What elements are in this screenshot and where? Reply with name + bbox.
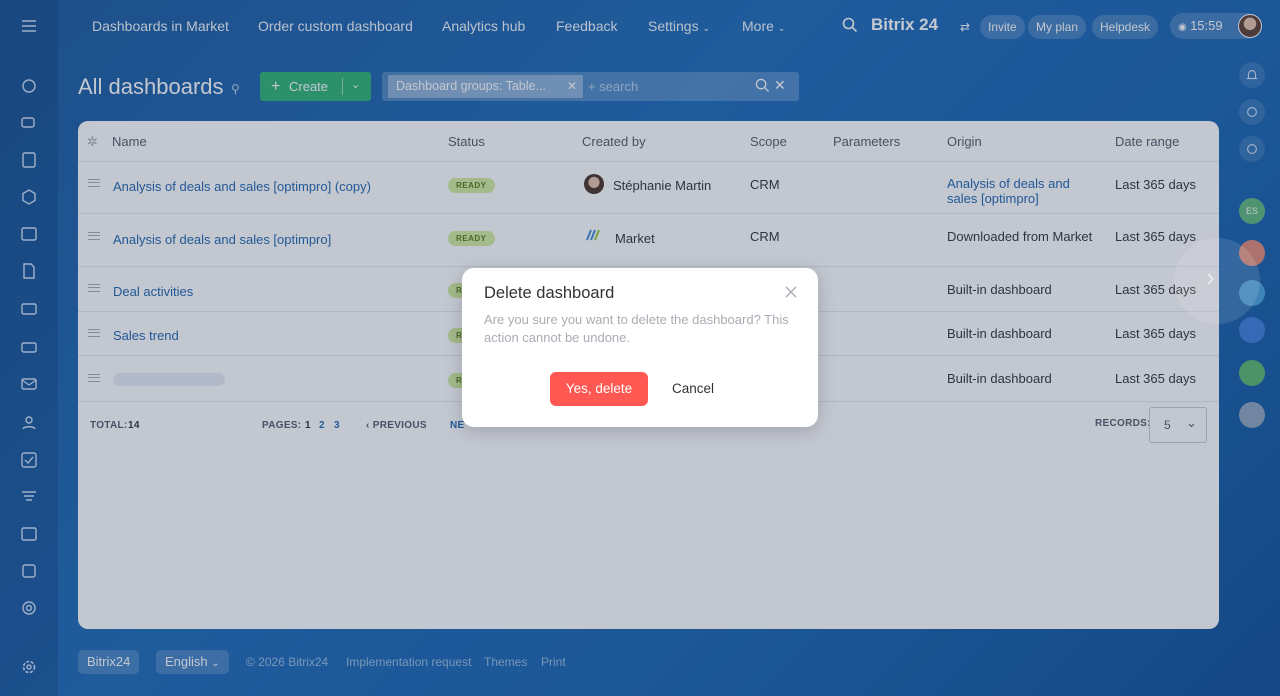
dialog-title: Delete dashboard <box>484 284 615 302</box>
close-icon[interactable] <box>784 285 798 299</box>
dialog-message: Are you sure you want to delete the dash… <box>484 312 789 345</box>
delete-dashboard-dialog: Delete dashboard Are you sure you want t… <box>462 268 818 427</box>
chevron-right-icon: › <box>1206 262 1215 292</box>
confirm-delete-button[interactable]: Yes, delete <box>550 372 648 406</box>
cancel-button[interactable]: Cancel <box>658 372 728 406</box>
side-arrow-button[interactable]: › <box>1174 238 1260 324</box>
